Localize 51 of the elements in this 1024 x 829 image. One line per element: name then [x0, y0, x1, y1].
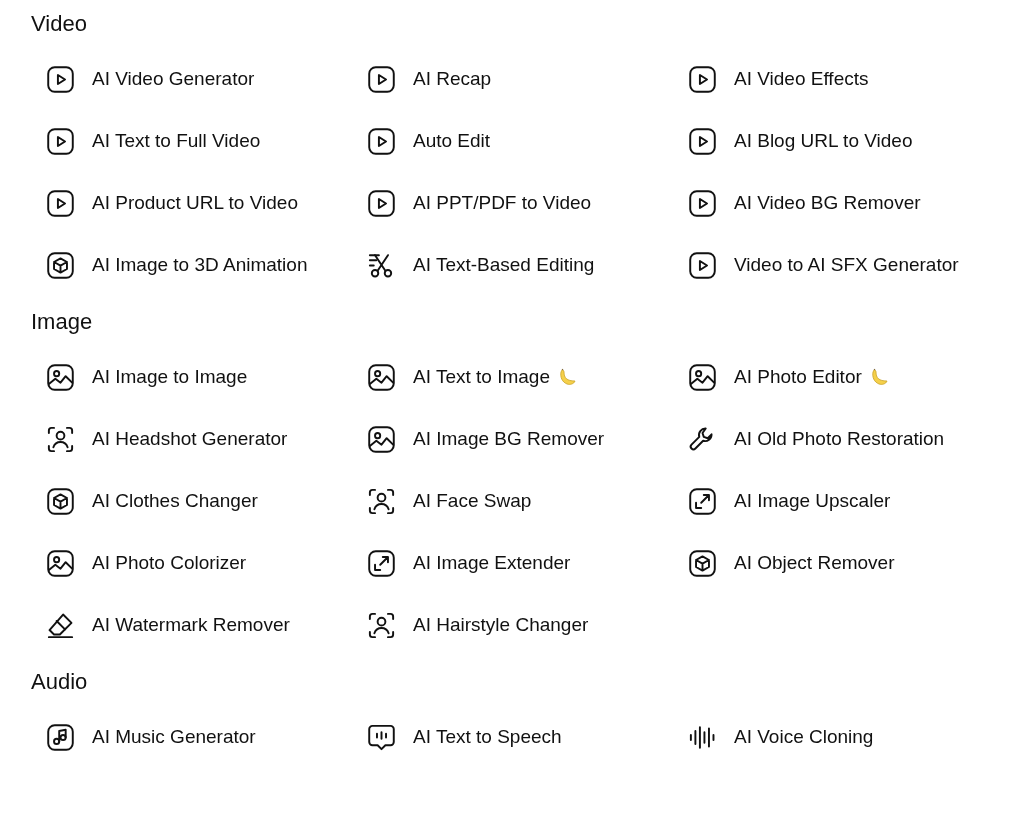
- tool-link[interactable]: AI Image Upscaler: [687, 484, 1008, 518]
- tool-link[interactable]: AI Music Generator: [45, 720, 366, 754]
- tool-link[interactable]: Auto Edit: [366, 124, 687, 158]
- section-title: Audio: [31, 668, 89, 696]
- cube-icon: [687, 547, 718, 579]
- tool-link[interactable]: AI PPT/PDF to Video: [366, 186, 687, 220]
- image-icon: [366, 423, 397, 455]
- tool-link[interactable]: AI Object Remover: [687, 546, 1008, 580]
- play-icon: [45, 187, 76, 219]
- section-title: Image: [31, 308, 94, 336]
- play-icon: [45, 125, 76, 157]
- play-icon: [687, 63, 718, 95]
- play-icon: [366, 187, 397, 219]
- section-title: Video: [31, 10, 88, 38]
- tool-link[interactable]: AI Image to Image: [45, 360, 366, 394]
- tool-link[interactable]: AI Video Effects: [687, 62, 1008, 96]
- play-icon: [366, 125, 397, 157]
- play-icon: [687, 125, 718, 157]
- tool-link[interactable]: AI Photo Editor: [687, 360, 1008, 394]
- cube-icon: [45, 249, 76, 281]
- image-icon: [45, 361, 76, 393]
- tool-link[interactable]: AI Text to Speech: [366, 720, 687, 754]
- tool-link[interactable]: AI Text-Based Editing: [366, 248, 687, 282]
- tool-link[interactable]: AI Hairstyle Changer: [366, 608, 687, 642]
- tool-link[interactable]: AI Face Swap: [366, 484, 687, 518]
- tool-link[interactable]: AI Voice Cloning: [687, 720, 1008, 754]
- tool-link[interactable]: AI Headshot Generator: [45, 422, 366, 456]
- tool-link[interactable]: AI Video Generator: [45, 62, 366, 96]
- tool-link[interactable]: Video to AI SFX Generator: [687, 248, 1008, 282]
- image-icon: [687, 361, 718, 393]
- play-icon: [687, 187, 718, 219]
- tool-link[interactable]: AI Text to Image: [366, 360, 687, 394]
- tool-link[interactable]: AI Image to 3D Animation: [45, 248, 366, 282]
- cube-icon: [45, 485, 76, 517]
- tool-link[interactable]: AI Watermark Remover: [45, 608, 366, 642]
- image-icon: [45, 547, 76, 579]
- play-icon: [45, 63, 76, 95]
- tool-link[interactable]: AI Blog URL to Video: [687, 124, 1008, 158]
- play-icon: [366, 63, 397, 95]
- tool-link[interactable]: AI Old Photo Restoration: [687, 422, 1008, 456]
- tool-link[interactable]: AI Video BG Remover: [687, 186, 1008, 220]
- tool-link[interactable]: AI Text to Full Video: [45, 124, 366, 158]
- music-note-icon: [45, 721, 76, 753]
- tool-link[interactable]: AI Clothes Changer: [45, 484, 366, 518]
- tool-link[interactable]: AI Image Extender: [366, 546, 687, 580]
- tool-link[interactable]: AI Image BG Remover: [366, 422, 687, 456]
- tool-link[interactable]: AI Recap: [366, 62, 687, 96]
- tool-link[interactable]: AI Product URL to Video: [45, 186, 366, 220]
- play-icon: [687, 249, 718, 281]
- image-icon: [366, 361, 397, 393]
- tool-link[interactable]: AI Photo Colorizer: [45, 546, 366, 580]
